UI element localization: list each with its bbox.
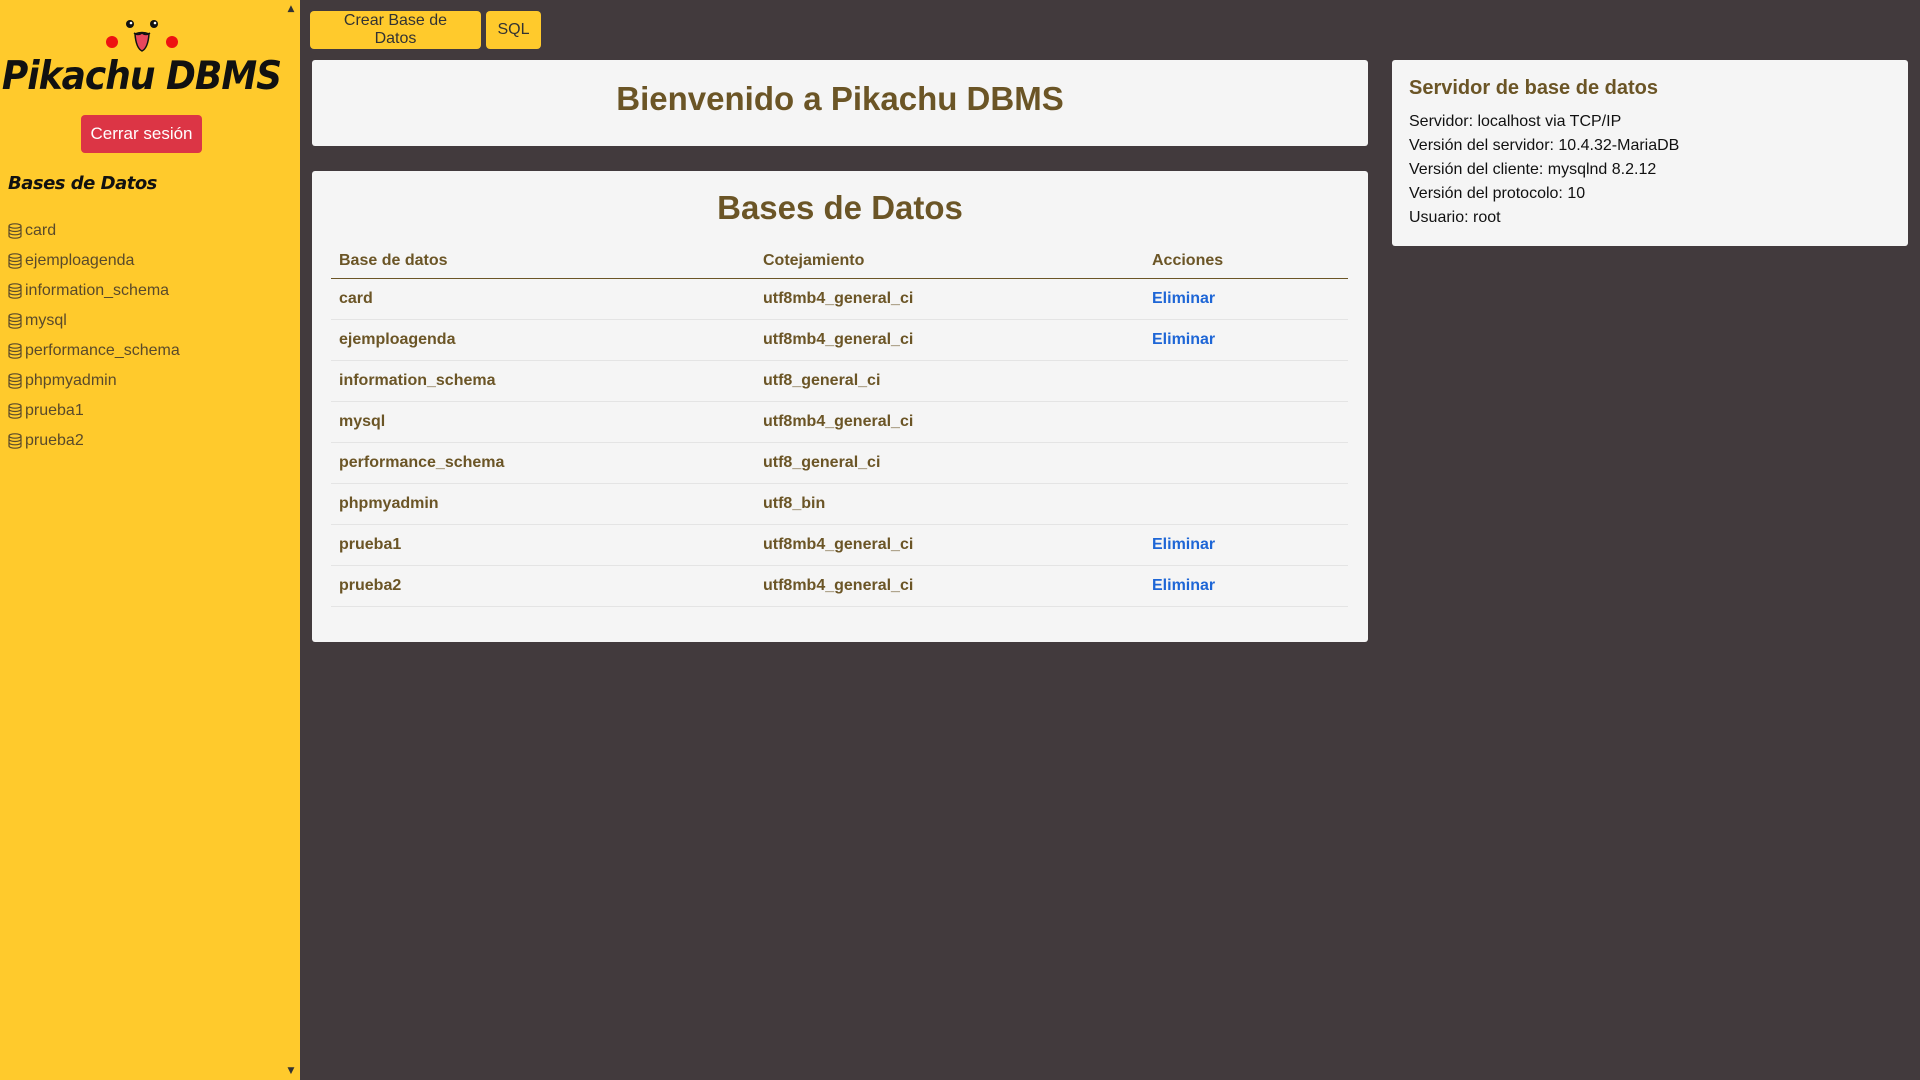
sidebar-item-label: ejemploagenda xyxy=(25,252,135,269)
scroll-up-arrow-icon[interactable]: ▲ xyxy=(284,2,298,16)
delete-database-link[interactable]: Eliminar xyxy=(1152,331,1215,348)
sidebar-item-card[interactable]: card xyxy=(8,216,180,246)
app-logo: Pikachu DBMS xyxy=(0,14,283,99)
column-header-collation: Cotejamiento xyxy=(755,245,1144,279)
sql-button[interactable]: SQL xyxy=(486,11,541,49)
database-icon xyxy=(8,433,22,449)
table-header-row: Base de datos Cotejamiento Acciones xyxy=(331,245,1348,279)
server-host-line: Servidor: localhost via TCP/IP xyxy=(1409,113,1622,130)
sidebar-item-label: performance_schema xyxy=(25,342,180,359)
actions-cell xyxy=(1144,360,1348,402)
logout-button[interactable]: Cerrar sesión xyxy=(81,115,202,153)
database-name-cell: performance_schema xyxy=(331,442,755,484)
database-name-cell: mysql xyxy=(331,401,755,443)
server-info-card: Servidor de base de datos Servidor: loca… xyxy=(1392,60,1908,246)
database-name-cell: ejemploagenda xyxy=(331,319,755,361)
sidebar-item-prueba1[interactable]: prueba1 xyxy=(8,396,180,426)
database-name-cell: information_schema xyxy=(331,360,755,402)
database-name-cell: card xyxy=(331,278,755,320)
sidebar-item-label: mysql xyxy=(25,312,67,329)
database-name-cell: phpmyadmin xyxy=(331,483,755,525)
database-icon xyxy=(8,343,22,359)
sidebar-item-label: prueba1 xyxy=(25,402,84,419)
table-row: mysql utf8mb4_general_ci xyxy=(331,401,1348,443)
pikachu-face-icon xyxy=(105,20,178,52)
create-database-button[interactable]: Crear Base de Datos xyxy=(310,11,481,49)
table-row: information_schema utf8_general_ci xyxy=(331,360,1348,402)
sidebar-item-label: prueba2 xyxy=(25,432,84,449)
table-row: prueba1 utf8mb4_general_ci Eliminar xyxy=(331,524,1348,566)
database-icon xyxy=(8,373,22,389)
actions-cell: Eliminar xyxy=(1144,524,1348,566)
client-version-line: Versión del cliente: mysqlnd 8.2.12 xyxy=(1409,161,1657,178)
sidebar: ▲ ▼ Pikachu DBMS Cerrar sesión Bases de … xyxy=(0,0,300,1080)
databases-table: Base de datos Cotejamiento Acciones card… xyxy=(331,245,1348,607)
database-name-cell: prueba2 xyxy=(331,565,755,607)
server-info-list: Servidor: localhost via TCP/IP Versión d… xyxy=(1409,110,1679,230)
sidebar-item-information-schema[interactable]: information_schema xyxy=(8,276,180,306)
column-header-actions: Acciones xyxy=(1144,245,1348,279)
collation-cell: utf8_bin xyxy=(755,483,1144,525)
sidebar-item-prueba2[interactable]: prueba2 xyxy=(8,426,180,456)
database-icon xyxy=(8,283,22,299)
sidebar-heading: Bases de Datos xyxy=(8,173,157,194)
app-title: Pikachu DBMS xyxy=(1,54,282,99)
protocol-version-line: Versión del protocolo: 10 xyxy=(1409,185,1586,202)
server-info-title: Servidor de base de datos xyxy=(1409,77,1658,99)
database-icon xyxy=(8,403,22,419)
sidebar-item-performance-schema[interactable]: performance_schema xyxy=(8,336,180,366)
collation-cell: utf8mb4_general_ci xyxy=(755,524,1144,566)
databases-title: Bases de Datos xyxy=(717,189,963,226)
sidebar-item-label: phpmyadmin xyxy=(25,372,117,389)
collation-cell: utf8_general_ci xyxy=(755,442,1144,484)
actions-cell xyxy=(1144,401,1348,443)
table-row: performance_schema utf8_general_ci xyxy=(331,442,1348,484)
database-icon xyxy=(8,253,22,269)
collation-cell: utf8mb4_general_ci xyxy=(755,278,1144,320)
delete-database-link[interactable]: Eliminar xyxy=(1152,290,1215,307)
collation-cell: utf8mb4_general_ci xyxy=(755,401,1144,443)
delete-database-link[interactable]: Eliminar xyxy=(1152,577,1215,594)
table-row: prueba2 utf8mb4_general_ci Eliminar xyxy=(331,565,1348,607)
collation-cell: utf8mb4_general_ci xyxy=(755,565,1144,607)
sidebar-item-mysql[interactable]: mysql xyxy=(8,306,180,336)
actions-cell: Eliminar xyxy=(1144,278,1348,320)
actions-cell: Eliminar xyxy=(1144,565,1348,607)
collation-cell: utf8mb4_general_ci xyxy=(755,319,1144,361)
scroll-down-arrow-icon[interactable]: ▼ xyxy=(284,1064,298,1078)
actions-cell xyxy=(1144,442,1348,484)
user-line: Usuario: root xyxy=(1409,209,1501,226)
databases-card: Bases de Datos Base de datos Cotejamient… xyxy=(312,171,1368,642)
actions-cell xyxy=(1144,483,1348,525)
collation-cell: utf8_general_ci xyxy=(755,360,1144,402)
database-icon xyxy=(8,313,22,329)
sidebar-database-list: card ejemploagenda information_schema my… xyxy=(8,216,180,456)
sidebar-item-label: information_schema xyxy=(25,282,170,299)
column-header-database: Base de datos xyxy=(331,245,755,279)
database-name-cell: prueba1 xyxy=(331,524,755,566)
database-icon xyxy=(8,223,22,239)
actions-cell: Eliminar xyxy=(1144,319,1348,361)
sidebar-item-ejemploagenda[interactable]: ejemploagenda xyxy=(8,246,180,276)
sidebar-item-phpmyadmin[interactable]: phpmyadmin xyxy=(8,366,180,396)
table-row: ejemploagenda utf8mb4_general_ci Elimina… xyxy=(331,319,1348,361)
server-version-line: Versión del servidor: 10.4.32-MariaDB xyxy=(1409,137,1680,154)
delete-database-link[interactable]: Eliminar xyxy=(1152,536,1215,553)
welcome-card: Bienvenido a Pikachu DBMS xyxy=(312,60,1368,146)
sidebar-item-label: card xyxy=(25,222,57,239)
welcome-title: Bienvenido a Pikachu DBMS xyxy=(616,80,1064,117)
table-row: card utf8mb4_general_ci Eliminar xyxy=(331,278,1348,320)
table-row: phpmyadmin utf8_bin xyxy=(331,483,1348,525)
